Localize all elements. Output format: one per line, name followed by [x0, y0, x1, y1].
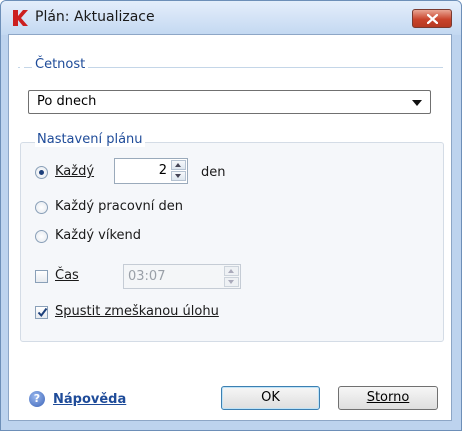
ok-button[interactable]: OK — [221, 386, 320, 410]
frequency-select[interactable]: Po dnech — [28, 90, 431, 114]
time-stepper[interactable]: 03:07 — [123, 264, 241, 289]
cancel-button[interactable]: Storno — [338, 386, 438, 410]
radio-workday[interactable] — [35, 201, 48, 214]
checkmark-icon — [37, 307, 48, 318]
frequency-section-label: Četnost — [32, 57, 89, 72]
help-icon[interactable]: ? — [29, 391, 45, 407]
chevron-down-icon — [412, 100, 422, 106]
workday-label[interactable]: Každý pracovní den — [55, 199, 183, 214]
every-unit-label: den — [201, 165, 226, 180]
time-label[interactable]: Čas — [55, 268, 79, 283]
kaspersky-k-icon — [13, 10, 28, 26]
every-label[interactable]: Každý — [55, 164, 94, 179]
spin-up-button[interactable] — [171, 160, 186, 170]
title-bar: Plán: Aktualizace — [1, 1, 461, 35]
time-spin-up-button[interactable] — [224, 266, 239, 276]
close-button[interactable] — [412, 9, 452, 28]
weekend-label[interactable]: Každý víkend — [55, 228, 141, 243]
schedule-section-label: Nastavení plánu — [35, 132, 145, 147]
every-days-value[interactable]: 2 — [159, 163, 167, 178]
time-value[interactable]: 03:07 — [128, 269, 165, 284]
run-missed-label[interactable]: Spustit zmeškanou úlohu — [55, 304, 219, 319]
time-checkbox[interactable] — [35, 270, 48, 283]
every-days-stepper[interactable]: 2 — [114, 158, 188, 184]
frequency-selected-value: Po dnech — [37, 94, 97, 109]
run-missed-checkbox[interactable] — [35, 306, 48, 319]
close-icon — [427, 14, 438, 24]
radio-weekend[interactable] — [35, 230, 48, 243]
spin-down-button[interactable] — [171, 171, 186, 181]
time-spin-down-button[interactable] — [224, 277, 239, 287]
help-link[interactable]: Nápověda — [53, 392, 126, 407]
window-title: Plán: Aktualizace — [35, 9, 155, 25]
radio-every[interactable] — [35, 166, 48, 179]
